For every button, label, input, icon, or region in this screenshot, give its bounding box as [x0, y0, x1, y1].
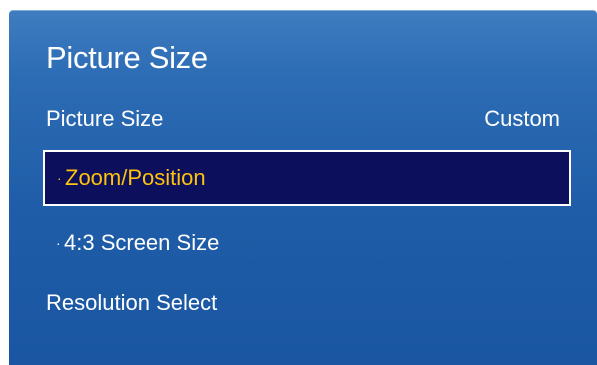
menu-item-label: 4:3 Screen Size [64, 230, 220, 255]
menu-item-zoom-position[interactable]: · Zoom/Position [43, 150, 571, 206]
menu-item-screen-size[interactable]: · 4:3 Screen Size [46, 223, 560, 263]
submenu-bullet: · [57, 170, 62, 186]
submenu-bullet: · [56, 235, 61, 251]
picture-size-menu-panel: Picture Size Picture Size Custom · Zoom/… [9, 10, 597, 365]
menu-item-label: Resolution Select [46, 290, 218, 315]
menu-item-label: Zoom/Position [65, 165, 206, 190]
menu-title: Picture Size [46, 40, 208, 75]
menu-item-picture-size[interactable]: Picture Size Custom [46, 99, 560, 139]
menu-item-resolution-select[interactable]: Resolution Select [46, 283, 560, 323]
menu-item-label: Picture Size [46, 106, 164, 131]
menu-item-value: Custom [484, 106, 560, 131]
